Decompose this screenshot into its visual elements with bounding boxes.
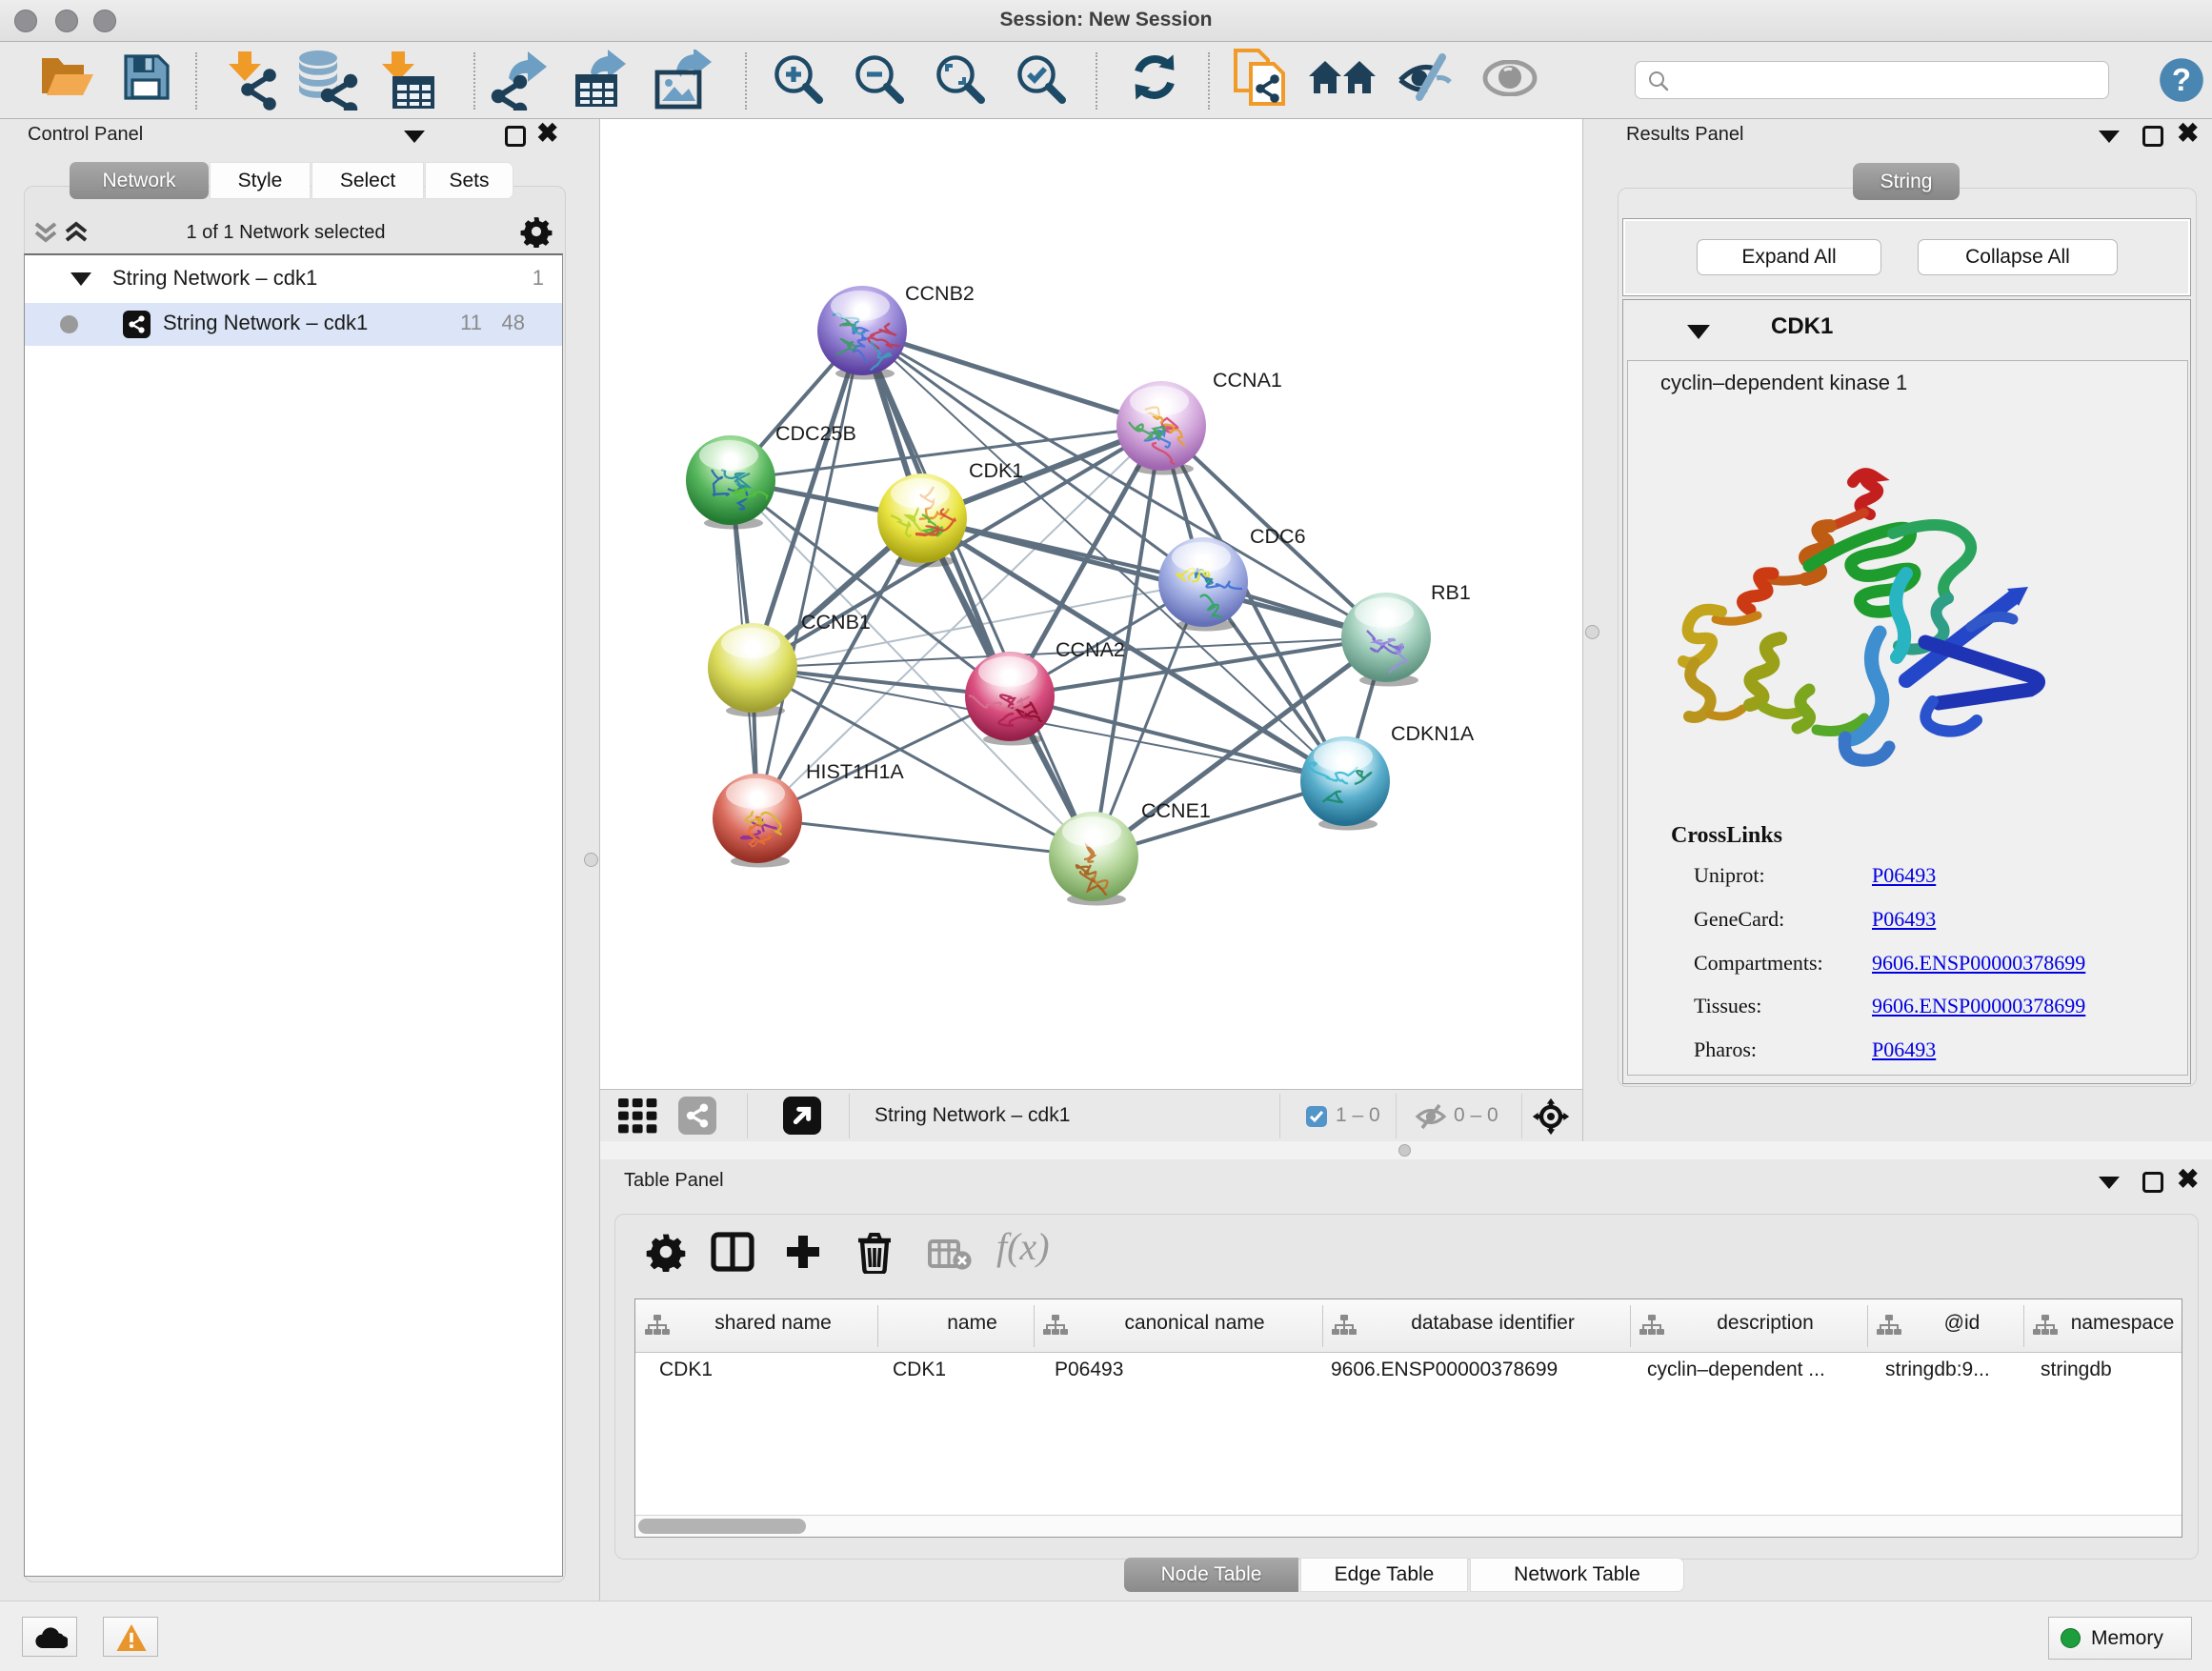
svg-text:CCNA1: CCNA1 (1213, 369, 1282, 392)
svg-text:?: ? (2172, 62, 2191, 97)
svg-text:CDC25B: CDC25B (775, 422, 856, 445)
svg-text:CCNB2: CCNB2 (905, 282, 975, 305)
svg-text:CCNB1: CCNB1 (801, 611, 871, 634)
svg-text:CCNE1: CCNE1 (1141, 799, 1211, 822)
svg-text:CCNA2: CCNA2 (1056, 638, 1125, 661)
svg-text:CDC6: CDC6 (1250, 525, 1306, 548)
svg-text:RB1: RB1 (1431, 581, 1471, 604)
svg-text:HIST1H1A: HIST1H1A (806, 760, 904, 783)
svg-text:CDKN1A: CDKN1A (1391, 722, 1475, 745)
svg-text:CDK1: CDK1 (969, 459, 1023, 482)
